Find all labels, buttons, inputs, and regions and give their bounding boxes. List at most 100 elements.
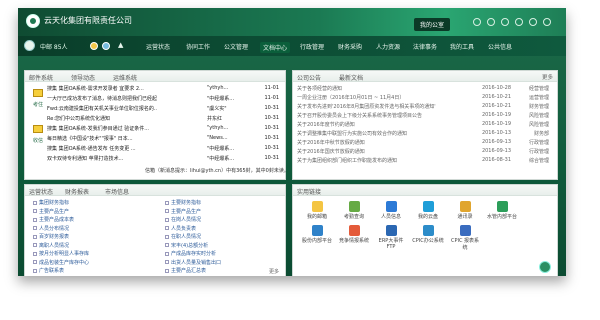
tab-market[interactable]: 市场信息 (105, 187, 129, 196)
app-stock[interactable]: 股份内部平台 (301, 225, 333, 244)
tab-leaders[interactable]: 领导动态 (71, 73, 95, 82)
status-more-link[interactable]: 更多 (269, 268, 279, 275)
online-icon[interactable] (102, 42, 110, 50)
mail-summary: 信箱（新消息提示：lihui@yth.cn）中有365封，其中0封未读。 (145, 168, 289, 174)
message-icon[interactable] (487, 18, 495, 26)
mail-row[interactable]: 搜集 集团OA系统-发我们参目通过 验证条件... "ythyh... 10-31 (25, 125, 285, 135)
attendance-icon (348, 201, 360, 212)
tab-ops[interactable]: 运维系统 (113, 73, 137, 82)
link-item[interactable]: 成品包装生产库存中心 (33, 259, 153, 268)
tab-latest-docs[interactable]: 最新文档 (339, 73, 363, 82)
cloud-icon (422, 201, 434, 212)
mail-row[interactable]: Re:您们中公司系统优化通知 井东红 10-31 (25, 115, 285, 125)
link-item[interactable]: 人员负责表 (165, 225, 283, 234)
app-intel[interactable]: 竞争情报系统 (338, 225, 370, 244)
menu-tools[interactable]: 我的工具 (450, 42, 474, 51)
mail-icon (311, 201, 323, 212)
app-cloud[interactable]: 我的云盘 (412, 201, 444, 220)
menu-doc-center[interactable]: 文档中心 (260, 42, 291, 53)
notice-more-link[interactable]: 更多 (542, 73, 553, 81)
menu-public[interactable]: 公共信息 (488, 42, 512, 51)
notice-row[interactable]: 关于2016年国庆节放假的通知 2016-09-13 行政管理 (297, 148, 553, 157)
notice-row[interactable]: 关于2016年中秋节放假的通知 2016-09-13 行政管理 (297, 139, 553, 148)
apps-panel: 实用链接 我的邮箱 考勤查询 人员信息 我的云盘 通讯录 水管内部平台 股份内部… (292, 184, 558, 276)
my-office-button[interactable]: 我的公室 (414, 18, 451, 31)
tab-links[interactable]: 实用链接 (297, 187, 321, 196)
status-right-list: 主要财务指标 主要产品生产 在岗人员情况 人员负责表 在职人员情况 宋丰(4)总… (165, 199, 283, 276)
tab-finance-report[interactable]: 财务报表 (65, 187, 89, 196)
chat-bubble-icon[interactable] (539, 261, 551, 273)
notice-row[interactable]: 关于2016年度节约的通知 2016-10-19 风险管理 (297, 121, 553, 130)
stock-icon (311, 225, 323, 236)
help-icon[interactable] (515, 18, 523, 26)
app-ftp[interactable]: ERP大事件FTP (375, 225, 407, 250)
notice-panel-header: 公司公告 最新文档 更多 (293, 71, 557, 82)
mail-row[interactable]: 每日精选《中国设"技术""报事" 日本... "News... 10-31 (25, 135, 285, 145)
app-mail[interactable]: 我的邮箱 (301, 201, 333, 220)
office-icon (422, 225, 434, 236)
link-item[interactable]: 主要财务指标 (165, 199, 283, 208)
mail-panel: 邮件系统 领导动态 运维系统 考住 收信 搜集 集团OA系统-需求开发录者 宜要… (24, 70, 289, 180)
tab-mail[interactable]: 邮件系统 (29, 73, 53, 82)
app-office[interactable]: CPIC办公系统 (412, 225, 444, 244)
chat-icon[interactable] (501, 18, 509, 26)
menu-legal[interactable]: 法律事务 (413, 42, 437, 51)
mail-row[interactable]: 双卡双待专利通知 苹果打造技术... "中经爆系... 10-31 (25, 155, 285, 165)
link-item[interactable]: 人员分布情况 (33, 225, 153, 234)
notice-row[interactable]: 关于发布先进到'2016年8月集团原资发件选与相关事项的通知' 2016-10-2… (297, 103, 553, 112)
status-left-list: 集团财务指标 主要产品生产 主要产品成本表 人员分布情况 百岁财务报表 离职人员… (33, 199, 153, 276)
user-avatar[interactable] (24, 40, 35, 51)
app-window: 云天化集团有限责任公司 我的公室 中邮 85人 ▲ 运营状态 协同工作 公文管理… (18, 8, 566, 276)
company-logo-icon (26, 14, 40, 28)
link-item[interactable]: 广告联系表 (33, 267, 153, 276)
mail-panel-header: 邮件系统 领导动态 运维系统 (25, 71, 285, 82)
link-item[interactable]: 主要产品汇总表 (165, 267, 283, 276)
link-item[interactable]: 按月分析明显人事存库 (33, 250, 153, 259)
home-icon[interactable] (473, 18, 481, 26)
app-water[interactable]: 水管内部平台 (486, 201, 518, 220)
menu-finance[interactable]: 财务采购 (338, 42, 362, 51)
mail-row[interactable]: 一大厅已成功发布了消息，待消息则把我们已经起... "中经爆系... 11-01 (25, 95, 285, 105)
notification-icon[interactable] (90, 42, 98, 50)
tab-announcements[interactable]: 公司公告 (297, 73, 321, 82)
link-item[interactable]: 产成品库存实时分析 (165, 250, 283, 259)
status-panel: 运营状态 财务报表 市场信息 集团财务指标 主要产品生产 主要产品成本表 人员分… (24, 184, 286, 276)
link-item[interactable]: 在职人员情况 (165, 233, 283, 242)
ftp-icon (385, 225, 397, 236)
report-icon (459, 225, 471, 236)
link-item[interactable]: 主要产品生产 (165, 208, 283, 217)
link-item[interactable]: 离职人员情况 (33, 242, 153, 251)
menu-status[interactable]: 运营状态 (146, 42, 170, 51)
exit-icon[interactable] (543, 18, 551, 26)
notice-panel: 公司公告 最新文档 更多 关于各项经营的通知 2016-10-28 经营管理 一周企… (292, 70, 558, 180)
mail-row[interactable]: 搜集 集团OA系统-需求开发录者 宜要求 2... "ythyh... 11-01 (25, 85, 285, 95)
app-people[interactable]: 人员信息 (375, 201, 407, 220)
apps-grid: 我的邮箱 考勤查询 人员信息 我的云盘 通讯录 水管内部平台 股份内部平台 竞争… (301, 201, 531, 273)
mail-row[interactable]: 搜集 集团OA系统-通告发布 任务变更 ... "中经爆系... 10-31 (25, 145, 285, 155)
link-item[interactable]: 主要产品成本表 (33, 216, 153, 225)
menu-hr[interactable]: 人力资源 (376, 42, 400, 51)
notice-row[interactable]: 关于各项经营的通知 2016-10-28 经营管理 (297, 85, 553, 94)
tab-ops-status[interactable]: 运营状态 (29, 187, 53, 196)
app-report[interactable]: CPIC 报表系统 (449, 225, 481, 251)
app-attendance[interactable]: 考勤查询 (338, 201, 370, 220)
notice-row[interactable]: 一周企业注册（2016年10月01日 ~ 11月4日） 2016-10-21 运营管… (297, 94, 553, 103)
notice-row[interactable]: 关于调整推集中联盟行为实施公司有效合作的通知 2016-10-13 财务部 (297, 130, 553, 139)
menu-doc-manage[interactable]: 公文管理 (224, 42, 248, 51)
menu-collab[interactable]: 协同工作 (186, 42, 210, 51)
link-item[interactable]: 集团财务指标 (33, 199, 153, 208)
link-item[interactable]: 主要产品生产 (33, 208, 153, 217)
link-item[interactable]: 百岁财务报表 (33, 233, 153, 242)
app-contacts[interactable]: 通讯录 (449, 201, 481, 220)
notice-row[interactable]: 关于召开股份委员会上下级分关系系统事务管理项目公告 2016-10-19 风险管理 (297, 112, 553, 121)
mail-row[interactable]: Fwd:云南建投集团有关机关事业单位职位报名的... "虞义实" 10-31 (25, 105, 285, 115)
home-arrow-icon[interactable]: ▲ (118, 41, 127, 50)
intel-icon (348, 225, 360, 236)
user-status: 中邮 85人 (40, 44, 68, 51)
settings-icon[interactable] (529, 18, 537, 26)
link-item[interactable]: 出货人员量及销售出口 (165, 259, 283, 268)
menu-admin[interactable]: 行政管理 (300, 42, 324, 51)
link-item[interactable]: 宋丰(4)总额分析 (165, 242, 283, 251)
link-item[interactable]: 在岗人员情况 (165, 216, 283, 225)
notice-row[interactable]: 关于为集团组织部门组织工作职能发布的通知 2016-08-31 综合管理 (297, 157, 553, 166)
